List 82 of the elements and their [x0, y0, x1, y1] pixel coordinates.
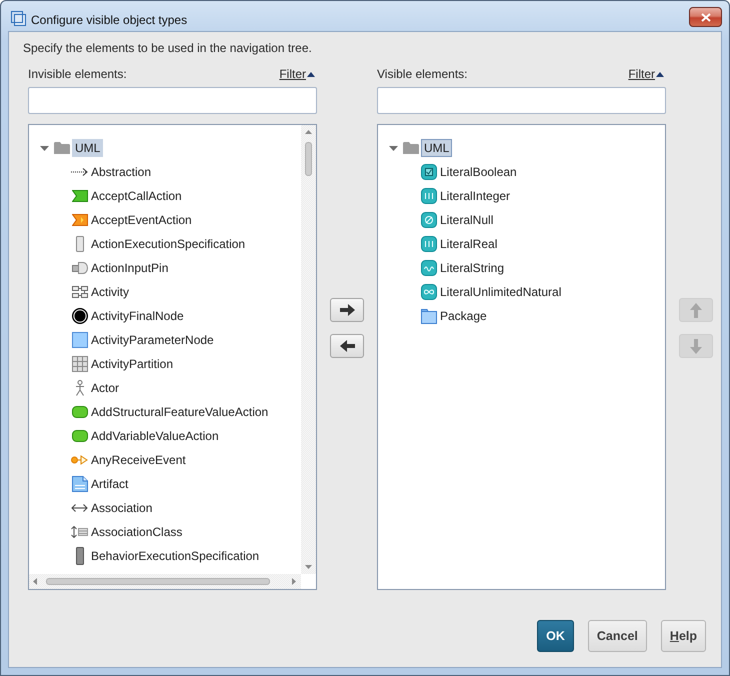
scrollbar-thumb[interactable] [46, 578, 270, 585]
tree-item[interactable]: ActionInputPin [88, 259, 172, 277]
arrow-right-icon [340, 304, 354, 316]
tree-item[interactable]: LiteralBoolean [437, 163, 520, 181]
double-arrow-icon [71, 504, 88, 512]
tree-item[interactable]: UML [72, 139, 104, 157]
flag-icon [72, 214, 88, 226]
dialog-button[interactable]: Cancel [588, 620, 647, 652]
move-right-button[interactable] [330, 298, 364, 322]
folder-icon [403, 142, 419, 154]
tree-item[interactable]: Abstraction [88, 163, 154, 181]
filter-link[interactable]: Filter [628, 66, 666, 82]
grid-icon [72, 356, 88, 372]
dot-arrow-icon [71, 455, 88, 465]
window-title: Configure visible object types [31, 12, 188, 28]
tree-item[interactable]: AddVariableValueAction [88, 427, 222, 445]
tree-item[interactable]: AcceptEventAction [88, 211, 195, 229]
tree-item[interactable]: AddStructuralFeatureValueAction [88, 403, 272, 421]
tree-item[interactable]: LiteralReal [437, 235, 500, 253]
square-icon [72, 332, 88, 348]
tree-item[interactable]: Activity [88, 283, 132, 301]
wave-badge-icon [420, 260, 436, 276]
bullseye-icon [72, 308, 88, 324]
tree-item[interactable]: ActivityParameterNode [88, 331, 217, 349]
tree-item[interactable]: ActivityPartition [88, 355, 176, 373]
filter-field[interactable] [28, 87, 317, 114]
caret-down-icon[interactable] [389, 146, 398, 150]
lines-badge-icon [420, 236, 436, 252]
tree-item[interactable]: AssociationClass [88, 523, 186, 541]
check-badge-icon [420, 164, 436, 180]
tree-item[interactable]: LiteralString [437, 259, 508, 277]
slashed-circle-badge-icon [420, 212, 436, 228]
tree-item[interactable]: Package [437, 307, 490, 325]
triangle-up-icon[interactable] [305, 130, 312, 134]
window-icon [11, 11, 26, 26]
tree-item[interactable]: ActivityFinalNode [88, 307, 187, 325]
diagram-icon [72, 286, 88, 298]
arrow-table-icon [71, 526, 88, 538]
lines-badge-icon [420, 188, 436, 204]
panel-label: Invisible elements: [28, 66, 127, 82]
tree-item[interactable]: Association [88, 499, 156, 517]
dashed-arrow-icon [71, 168, 88, 176]
bar-icon [76, 236, 84, 252]
dialog-button[interactable]: OK [537, 620, 574, 652]
bar-icon [76, 547, 84, 565]
tree-item[interactable]: AcceptCallAction [88, 187, 185, 205]
scrollbar-thumb[interactable] [305, 142, 312, 176]
flag-icon [72, 190, 88, 202]
move-left-button[interactable] [330, 334, 364, 358]
tree-item[interactable]: LiteralNull [437, 211, 496, 229]
folder-icon [54, 142, 70, 154]
panel-label: Visible elements: [377, 66, 468, 82]
triangle-right-icon[interactable] [292, 578, 296, 585]
tree-item[interactable]: LiteralInteger [437, 187, 514, 205]
tree-item[interactable]: Artifact [88, 475, 132, 493]
pill-icon [72, 430, 88, 442]
infinity-badge-icon [420, 284, 436, 300]
horizontal-scrollbar[interactable] [29, 574, 301, 589]
dialog-button[interactable]: Help [660, 620, 706, 652]
arrow-down-icon [690, 338, 702, 354]
filter-field[interactable] [377, 87, 666, 114]
tree-item[interactable]: AnyReceiveEvent [88, 451, 189, 469]
document-icon [72, 476, 88, 492]
vertical-scrollbar[interactable] [301, 125, 316, 574]
tree-item[interactable]: ActionExecutionSpecification [88, 235, 248, 253]
caret-down-icon[interactable] [40, 146, 49, 150]
close-button[interactable] [689, 7, 722, 27]
pill-icon [72, 406, 88, 418]
close-icon [700, 12, 710, 22]
triangle-down-icon[interactable] [305, 565, 312, 569]
arrow-up-icon [690, 302, 702, 318]
tree-item[interactable]: UML [421, 139, 452, 157]
tree-item[interactable]: LiteralUnlimitedNatural [437, 283, 564, 301]
tree-item[interactable]: Actor [88, 379, 122, 397]
arrow-left-icon [340, 340, 354, 352]
plug-icon [72, 261, 88, 275]
folder-icon [420, 308, 436, 324]
description-text: Specify the elements to be used in the navigation tree. [23, 40, 313, 56]
tree-item[interactable]: BehaviorExecutionSpecification [88, 547, 262, 565]
triangle-left-icon[interactable] [33, 578, 37, 585]
stick-figure-icon [74, 380, 84, 396]
filter-link[interactable]: Filter [279, 66, 317, 82]
